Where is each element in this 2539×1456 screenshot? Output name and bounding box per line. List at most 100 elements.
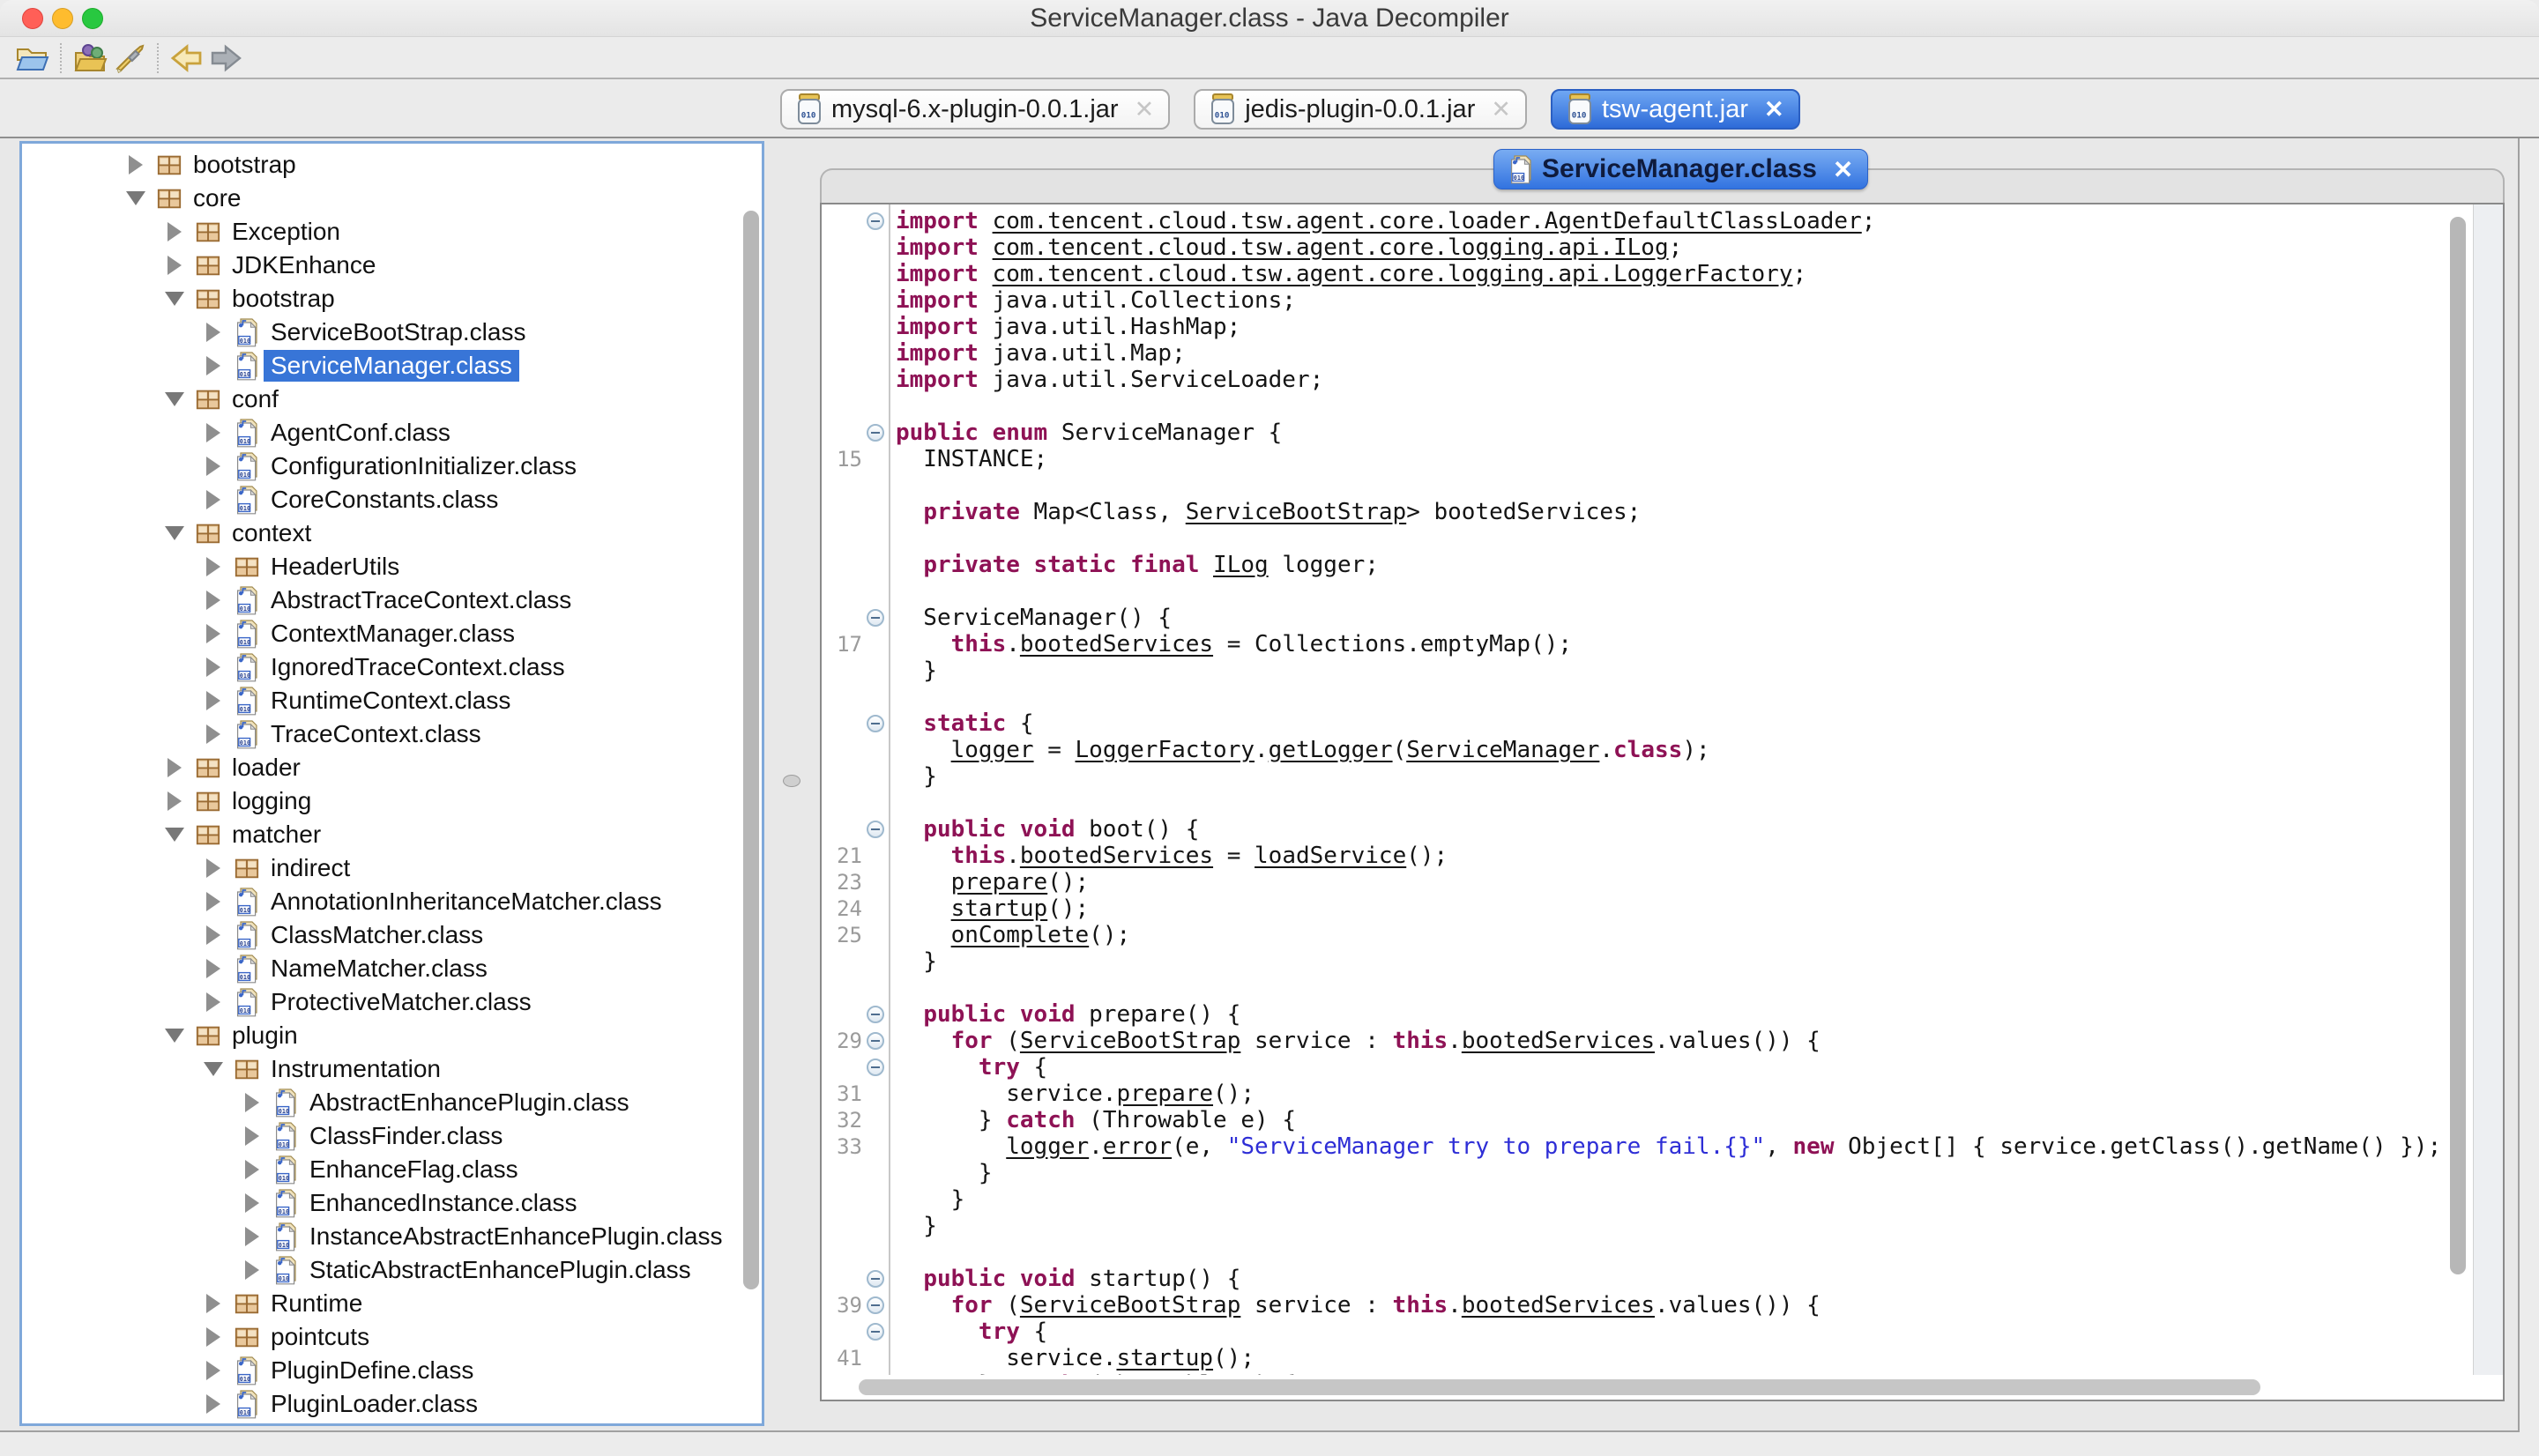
tree-item-logging[interactable]: logging bbox=[22, 784, 739, 818]
tree-item-loader[interactable]: loader bbox=[22, 751, 739, 784]
collapse-minus-icon[interactable] bbox=[867, 821, 884, 838]
fold-toggle[interactable] bbox=[862, 609, 889, 627]
code-reference-link[interactable]: loadService bbox=[1255, 843, 1406, 869]
code-reference-link[interactable]: error bbox=[1103, 1133, 1172, 1160]
disclosure-collapsed-icon[interactable] bbox=[200, 1327, 227, 1347]
tree-item-annotationinheritancematcher-class[interactable]: 010 AnnotationInheritanceMatcher.class bbox=[22, 885, 739, 918]
tree-item-bootstrap[interactable]: bootstrap bbox=[22, 148, 739, 182]
split-divider-grip[interactable] bbox=[783, 775, 800, 787]
fold-toggle[interactable] bbox=[862, 1059, 889, 1076]
disclosure-collapsed-icon[interactable] bbox=[239, 1227, 265, 1246]
tree-item-configurationinitializer-class[interactable]: 010 ConfigurationInitializer.class bbox=[22, 449, 739, 483]
tree-item-protectivematcher-class[interactable]: 010 ProtectiveMatcher.class bbox=[22, 985, 739, 1019]
collapse-minus-icon[interactable] bbox=[867, 1270, 884, 1288]
code-reference-link[interactable]: ServiceBootStrap bbox=[1020, 1292, 1240, 1319]
tree-item-enhanceflag-class[interactable]: 010 EnhanceFlag.class bbox=[22, 1153, 739, 1186]
fold-toggle[interactable] bbox=[862, 1006, 889, 1023]
disclosure-collapsed-icon[interactable] bbox=[200, 858, 227, 878]
tree-item-core[interactable]: core bbox=[22, 182, 739, 215]
tree-item-context[interactable]: context bbox=[22, 516, 739, 550]
disclosure-expanded-icon[interactable] bbox=[161, 1029, 188, 1043]
disclosure-collapsed-icon[interactable] bbox=[200, 992, 227, 1012]
disclosure-collapsed-icon[interactable] bbox=[200, 959, 227, 978]
tree-item-jdkenhance[interactable]: JDKEnhance bbox=[22, 249, 739, 282]
tree-item-indirect[interactable]: indirect bbox=[22, 851, 739, 885]
search-button[interactable] bbox=[109, 41, 148, 76]
tree-item-plugindefine-class[interactable]: 010 PluginDefine.class bbox=[22, 1354, 739, 1387]
tree-item-classfinder-class[interactable]: 010 ClassFinder.class bbox=[22, 1119, 739, 1153]
disclosure-collapsed-icon[interactable] bbox=[161, 791, 188, 811]
tree-vertical-scrollbar[interactable] bbox=[743, 211, 759, 1289]
disclosure-collapsed-icon[interactable] bbox=[200, 624, 227, 643]
fold-toggle[interactable] bbox=[862, 1032, 889, 1050]
code-reference-link[interactable]: logger bbox=[1006, 1133, 1089, 1160]
tree-item-ignoredtracecontext-class[interactable]: 010 IgnoredTraceContext.class bbox=[22, 650, 739, 684]
disclosure-collapsed-icon[interactable] bbox=[200, 657, 227, 677]
close-tab-icon[interactable]: ✕ bbox=[1764, 96, 1784, 123]
tree-item-runtimecontext-class[interactable]: 010 RuntimeContext.class bbox=[22, 684, 739, 717]
disclosure-collapsed-icon[interactable] bbox=[200, 925, 227, 945]
code-reference-link[interactable]: com.tencent.cloud.tsw.agent.core.logging… bbox=[993, 234, 1669, 261]
code-reference-link[interactable]: prepare bbox=[1116, 1081, 1213, 1107]
tree-item-abstracttracecontext-class[interactable]: 010 AbstractTraceContext.class bbox=[22, 583, 739, 617]
code-reference-link[interactable]: ServiceBootStrap bbox=[1186, 499, 1406, 525]
code-reference-link[interactable]: ServiceBootStrap bbox=[1020, 1028, 1240, 1054]
tree-item-abstractenhanceplugin-class[interactable]: 010 AbstractEnhancePlugin.class bbox=[22, 1086, 739, 1119]
code-reference-link[interactable]: prepare bbox=[951, 869, 1048, 895]
tree-item-bootstrap[interactable]: bootstrap bbox=[22, 282, 739, 316]
fold-toggle[interactable] bbox=[862, 1270, 889, 1288]
open-file-button[interactable] bbox=[12, 41, 51, 76]
tree-item-conf[interactable]: conf bbox=[22, 383, 739, 416]
disclosure-collapsed-icon[interactable] bbox=[200, 457, 227, 476]
code-reference-link[interactable]: logger bbox=[951, 737, 1034, 763]
tree-item-pluginloader-class[interactable]: 010 PluginLoader.class bbox=[22, 1387, 739, 1421]
disclosure-collapsed-icon[interactable] bbox=[200, 591, 227, 610]
disclosure-collapsed-icon[interactable] bbox=[200, 1361, 227, 1380]
disclosure-collapsed-icon[interactable] bbox=[200, 323, 227, 342]
disclosure-collapsed-icon[interactable] bbox=[200, 423, 227, 442]
tree-item-runtime[interactable]: Runtime bbox=[22, 1287, 739, 1320]
tree-item-enhancedinstance-class[interactable]: 010 EnhancedInstance.class bbox=[22, 1186, 739, 1220]
code-reference-link[interactable]: startup bbox=[1116, 1345, 1213, 1371]
close-tab-icon[interactable]: ✕ bbox=[1833, 155, 1853, 184]
collapse-minus-icon[interactable] bbox=[867, 715, 884, 732]
disclosure-expanded-icon[interactable] bbox=[161, 526, 188, 540]
close-tab-icon[interactable]: ✕ bbox=[1135, 96, 1155, 123]
disclosure-collapsed-icon[interactable] bbox=[200, 892, 227, 911]
disclosure-collapsed-icon[interactable] bbox=[161, 758, 188, 777]
disclosure-collapsed-icon[interactable] bbox=[123, 155, 149, 175]
tab-tsw-agent-jar[interactable]: 010 tsw-agent.jar ✕ bbox=[1551, 89, 1800, 130]
tree-item-classmatcher-class[interactable]: 010 ClassMatcher.class bbox=[22, 918, 739, 952]
disclosure-expanded-icon[interactable] bbox=[200, 1062, 227, 1076]
editor-vertical-scrollbar[interactable] bbox=[2450, 217, 2466, 1274]
tree-item-exception[interactable]: Exception bbox=[22, 215, 739, 249]
forward-button[interactable] bbox=[206, 41, 245, 76]
tab-servicemanager-class[interactable]: 010 ServiceManager.class ✕ bbox=[1493, 149, 1868, 189]
tree-item-coreconstants-class[interactable]: 010 CoreConstants.class bbox=[22, 483, 739, 516]
code-reference-link[interactable]: bootedServices bbox=[1462, 1292, 1655, 1319]
disclosure-expanded-icon[interactable] bbox=[123, 191, 149, 205]
code-reference-link[interactable]: bootedServices bbox=[1462, 1028, 1655, 1054]
disclosure-collapsed-icon[interactable] bbox=[200, 557, 227, 576]
fold-toggle[interactable] bbox=[862, 715, 889, 732]
tab-jedis-plugin-jar[interactable]: 010 jedis-plugin-0.0.1.jar ✕ bbox=[1194, 89, 1527, 130]
tree-item-servicebootstrap-class[interactable]: 010 ServiceBootStrap.class bbox=[22, 316, 739, 349]
tree-item-instanceabstractenhanceplugin-class[interactable]: 010 InstanceAbstractEnhancePlugin.class bbox=[22, 1220, 739, 1253]
disclosure-collapsed-icon[interactable] bbox=[239, 1126, 265, 1146]
disclosure-collapsed-icon[interactable] bbox=[200, 356, 227, 375]
collapse-minus-icon[interactable] bbox=[867, 1296, 884, 1314]
editor-horizontal-scrollbar[interactable] bbox=[859, 1379, 2260, 1395]
tree-item-contextmanager-class[interactable]: 010 ContextManager.class bbox=[22, 617, 739, 650]
disclosure-expanded-icon[interactable] bbox=[161, 392, 188, 406]
disclosure-collapsed-icon[interactable] bbox=[161, 256, 188, 275]
collapse-minus-icon[interactable] bbox=[867, 609, 884, 627]
fold-toggle[interactable] bbox=[862, 424, 889, 442]
disclosure-collapsed-icon[interactable] bbox=[239, 1193, 265, 1213]
tree-item-agentconf-class[interactable]: 010 AgentConf.class bbox=[22, 416, 739, 449]
tab-mysql-plugin-jar[interactable]: 010 mysql-6.x-plugin-0.0.1.jar ✕ bbox=[780, 89, 1170, 130]
tree-item-namematcher-class[interactable]: 010 NameMatcher.class bbox=[22, 952, 739, 985]
code-reference-link[interactable]: bootedServices bbox=[1020, 843, 1213, 869]
collapse-minus-icon[interactable] bbox=[867, 1059, 884, 1076]
disclosure-collapsed-icon[interactable] bbox=[200, 1394, 227, 1414]
fold-toggle[interactable] bbox=[862, 821, 889, 838]
